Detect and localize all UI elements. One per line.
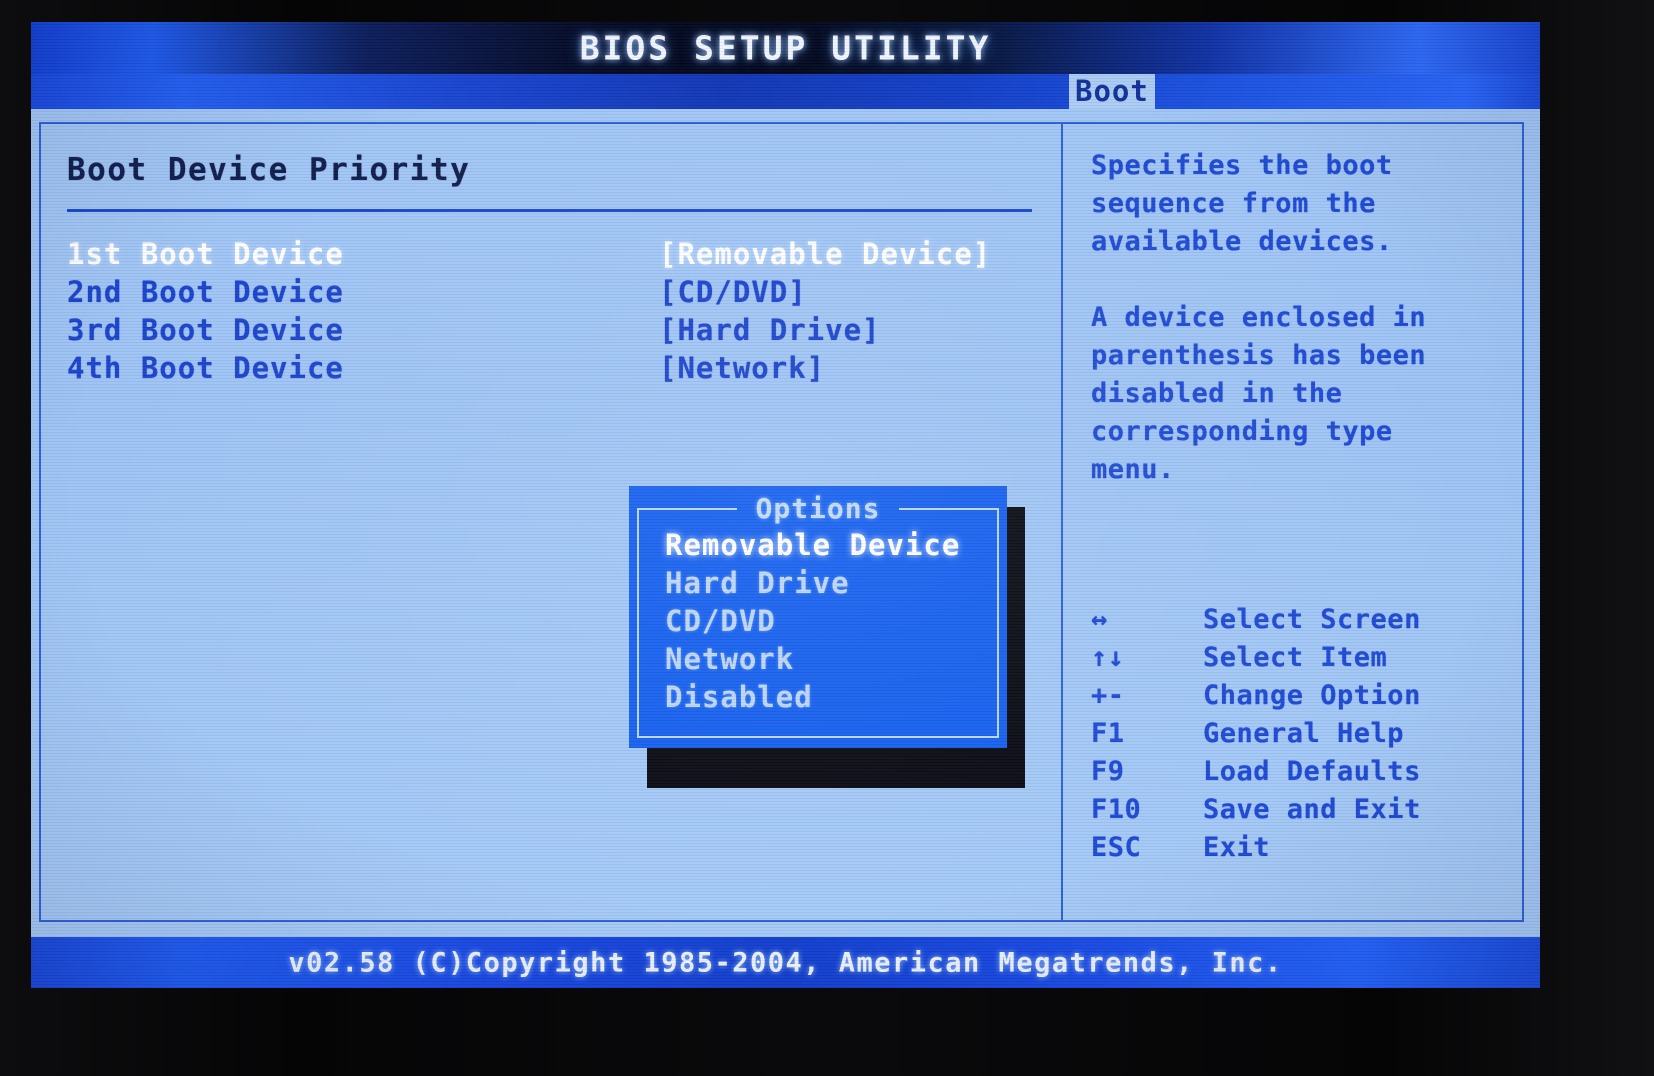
boot-row-2[interactable]: 2nd Boot Device [CD/DVD] [67,275,1047,313]
esc-key-icon: ESC [1091,832,1142,863]
option-item-cd-dvd[interactable]: CD/DVD [665,604,776,638]
page-title: BIOS SETUP UTILITY [579,28,992,68]
section-divider [67,209,1032,212]
plus-minus-icon: +- [1091,680,1125,711]
help-text-line-1: Specifies the boot [1091,150,1393,181]
boot-row-2-value[interactable]: [CD/DVD] [659,275,807,309]
footer-bar: v02.58 (C)Copyright 1985-2004, American … [31,937,1540,988]
legend-row-change-option: +- Change Option [1063,680,1524,718]
options-dialog-title: Options [755,492,881,525]
help-text-line-4: A device enclosed in [1091,302,1427,333]
option-item-disabled[interactable]: Disabled [665,680,813,714]
legend-row-load-defaults: F9 Load Defaults [1063,756,1524,794]
legend-label-save-and-exit: Save and Exit [1203,794,1421,825]
legend-label-change-option: Change Option [1203,680,1421,711]
legend-row-select-item: ↑↓ Select Item [1063,642,1524,680]
boot-row-1[interactable]: 1st Boot Device [Removable Device] [67,237,1047,275]
boot-row-3-value[interactable]: [Hard Drive] [659,313,881,347]
option-item-hard-drive[interactable]: Hard Drive [665,566,850,600]
legend-label-exit: Exit [1203,832,1271,863]
boot-row-2-label: 2nd Boot Device [67,275,344,309]
f1-key-icon: F1 [1091,718,1125,749]
monitor-bezel: BIOS SETUP UTILITY Boot Boot Device Prio… [0,0,1654,1076]
legend-label-select-item: Select Item [1203,642,1388,673]
help-text-line-5: parenthesis has been [1091,340,1427,371]
help-pane: Specifies the boot sequence from the ava… [1063,122,1524,922]
legend-label-load-defaults: Load Defaults [1203,756,1421,787]
copyright-text: v02.58 (C)Copyright 1985-2004, American … [288,947,1283,978]
left-right-arrow-icon: ↔ [1091,604,1108,635]
help-text-line-8: menu. [1091,454,1175,485]
legend-label-general-help: General Help [1203,718,1405,749]
boot-row-3-label: 3rd Boot Device [67,313,344,347]
options-dialog[interactable]: Options Removable Device Hard Drive CD/D… [629,486,1007,748]
body-area: Boot Device Priority 1st Boot Device [Re… [31,109,1540,937]
legend-label-select-screen: Select Screen [1203,604,1421,635]
legend-row-save-and-exit: F10 Save and Exit [1063,794,1524,832]
f9-key-icon: F9 [1091,756,1125,787]
legend-row-general-help: F1 General Help [1063,718,1524,756]
title-bar: BIOS SETUP UTILITY [31,22,1540,74]
f10-key-icon: F10 [1091,794,1142,825]
boot-row-3[interactable]: 3rd Boot Device [Hard Drive] [67,313,1047,351]
up-down-arrow-icon: ↑↓ [1091,642,1125,673]
boot-row-4[interactable]: 4th Boot Device [Network] [67,351,1047,389]
section-title: Boot Device Priority [67,152,471,188]
help-text-line-6: disabled in the [1091,378,1343,409]
help-text-line-3: available devices. [1091,226,1393,257]
boot-row-1-label: 1st Boot Device [67,237,344,271]
boot-row-4-label: 4th Boot Device [67,351,344,385]
tab-bar[interactable]: Boot [31,74,1540,109]
option-item-removable-device[interactable]: Removable Device [665,528,960,562]
legend-row-exit: ESC Exit [1063,832,1524,870]
help-text-line-7: corresponding type [1091,416,1393,447]
help-text-line-2: sequence from the [1091,188,1376,219]
bios-screen: BIOS SETUP UTILITY Boot Boot Device Prio… [31,22,1540,988]
tab-boot[interactable]: Boot [1069,74,1155,109]
option-item-network[interactable]: Network [665,642,794,676]
boot-row-4-value[interactable]: [Network] [659,351,825,385]
boot-row-1-value[interactable]: [Removable Device] [659,237,991,271]
legend-row-select-screen: ↔ Select Screen [1063,604,1524,642]
